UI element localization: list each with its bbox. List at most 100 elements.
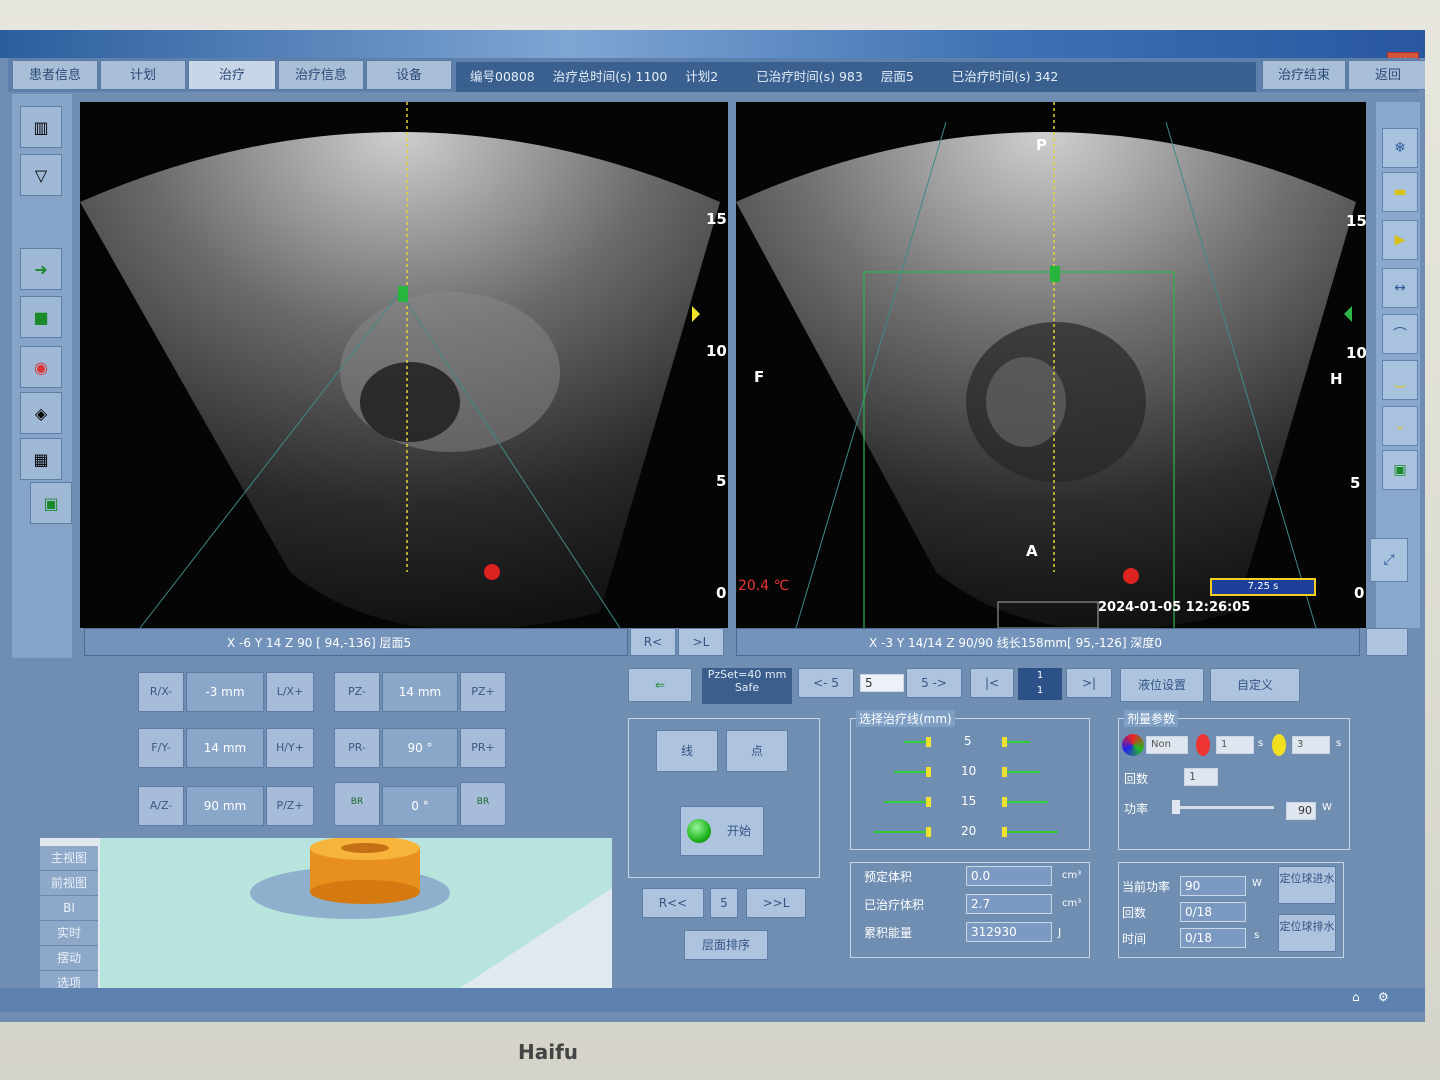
start-button[interactable]: 开始 xyxy=(680,806,764,856)
ball-drain-button[interactable]: 定位球排水 xyxy=(1278,914,1336,952)
power-slider-track[interactable] xyxy=(1176,806,1274,809)
duration-1-unit: s xyxy=(1258,738,1264,749)
pr-plus-button[interactable]: PR+ xyxy=(460,728,506,768)
first-button[interactable]: |< xyxy=(970,668,1014,698)
tab-treatment[interactable]: 治疗 xyxy=(188,60,276,90)
red-indicator-icon xyxy=(1196,734,1210,756)
save-record-icon[interactable]: ▣ xyxy=(1382,450,1418,490)
view-main[interactable]: 主视图 xyxy=(40,846,98,871)
duration-1-input[interactable]: 1 xyxy=(1216,736,1254,754)
page-counter: 1 1 xyxy=(1018,668,1062,700)
ruler-icon[interactable]: ▥ xyxy=(20,106,62,148)
tab-patient-info[interactable]: 患者信息 xyxy=(12,60,98,90)
width-arrows-icon[interactable]: ↔ xyxy=(1382,268,1418,308)
rx-minus-button[interactable]: R/X- xyxy=(138,672,184,712)
line-sliders[interactable] xyxy=(870,730,1070,840)
counter-bottom: 1 xyxy=(1036,685,1044,696)
hy-plus-button[interactable]: H/Y+ xyxy=(266,728,314,768)
duration-2-input[interactable]: 3 xyxy=(1292,736,1330,754)
play-icon[interactable]: ▶ xyxy=(1382,220,1418,260)
treated-volume-unit: cm³ xyxy=(1062,898,1082,909)
label-A: A xyxy=(1026,542,1038,560)
yellow-indicator-icon xyxy=(1272,734,1286,756)
expand-icon[interactable]: ⤢ xyxy=(1370,538,1408,582)
liquid-level-button[interactable]: 液位设置 xyxy=(1120,668,1204,702)
rotate-right-button[interactable]: R< xyxy=(630,628,676,656)
view-front[interactable]: 前视图 xyxy=(40,871,98,896)
next-5-button[interactable]: 5 -> xyxy=(906,668,962,698)
color-mode-icon[interactable] xyxy=(1122,734,1144,756)
tab-treatment-info[interactable]: 治疗信息 xyxy=(278,60,364,90)
mode-select[interactable]: Non xyxy=(1146,736,1188,754)
snowflake-icon[interactable]: ❄ xyxy=(1382,128,1418,168)
treated-time: 已治疗时间(s) 983 xyxy=(756,69,863,84)
temperature-readout: 20.4 ℃ xyxy=(738,578,790,594)
funnel-icon[interactable]: ▽ xyxy=(20,154,62,196)
blank-button[interactable] xyxy=(1366,628,1408,656)
transducer-icon[interactable]: ◈ xyxy=(20,392,62,434)
monitor-brand-logo: Haifu xyxy=(518,1040,579,1064)
view-swing[interactable]: 摆动 xyxy=(40,946,98,971)
step-select[interactable]: 5 xyxy=(860,674,904,692)
probe-icon[interactable]: ▬ xyxy=(1382,172,1418,212)
layer-sort-button[interactable]: 层面排序 xyxy=(684,930,768,960)
ball-fill-button[interactable]: 定位球进水 xyxy=(1278,866,1336,904)
tab-plan[interactable]: 计划 xyxy=(100,60,186,90)
point-mode-button[interactable]: 点 xyxy=(726,730,788,772)
left-ultrasound-image xyxy=(80,102,720,628)
pz-minus-button[interactable]: PZ- xyxy=(334,672,380,712)
pzset-indicator: PzSet=40 mm Safe xyxy=(702,668,792,704)
bottom-status-bar xyxy=(0,988,1425,1012)
layer-step-value: 5 xyxy=(710,888,738,918)
rr-button[interactable]: R<< xyxy=(642,888,704,918)
chevron-down-icon[interactable]: ⌄ xyxy=(1382,406,1418,446)
right-ultrasound-view[interactable]: P F H A 15 10 5 0 20.4 ℃ 7.25 s 2024-01-… xyxy=(736,102,1366,628)
start-label: 开始 xyxy=(726,824,751,838)
end-treatment-button[interactable]: 治疗结束 xyxy=(1262,60,1346,90)
scanner-icon[interactable]: ▦ xyxy=(20,438,62,480)
br-rotate-cw-button[interactable]: BR xyxy=(460,782,506,826)
current-time-unit: s xyxy=(1254,930,1260,941)
curve-down-icon[interactable]: ‿ xyxy=(1382,360,1418,400)
back-button[interactable]: 返回 xyxy=(1348,60,1425,90)
prev-5-button[interactable]: <- 5 xyxy=(798,668,854,698)
last-button[interactable]: >| xyxy=(1066,668,1112,698)
view-bi[interactable]: BI xyxy=(40,896,98,921)
curve-up-icon[interactable]: ⌒ xyxy=(1382,314,1418,354)
stop-square-icon[interactable]: ■ xyxy=(20,296,62,338)
power-slider-thumb[interactable] xyxy=(1172,800,1180,814)
3d-view[interactable] xyxy=(40,836,612,988)
back-arrow-button[interactable]: ⇐ xyxy=(628,668,692,702)
pz-plus-button[interactable]: PZ+ xyxy=(460,672,506,712)
az-minus-button[interactable]: A/Z- xyxy=(138,786,184,826)
lx-plus-button[interactable]: L/X+ xyxy=(266,672,314,712)
br-rotate-ccw-button[interactable]: BR xyxy=(334,782,380,826)
settings-icon: ⚙ xyxy=(1378,990,1389,1004)
rotate-left-button[interactable]: >L xyxy=(678,628,724,656)
wifi-icon[interactable]: ◉ xyxy=(20,346,62,388)
plan-label: 计划2 xyxy=(685,69,719,84)
power-input[interactable]: 90 xyxy=(1286,802,1316,820)
timer-badge: 7.25 s xyxy=(1210,578,1316,596)
treated-volume-label: 已治疗体积 xyxy=(864,898,925,912)
move-icon[interactable]: ➜ xyxy=(20,248,62,290)
tab-device[interactable]: 设备 xyxy=(366,60,452,90)
custom-button[interactable]: 自定义 xyxy=(1210,668,1300,702)
safe-label: Safe xyxy=(734,681,760,694)
dose-count-select[interactable]: 1 xyxy=(1184,768,1218,786)
pzset-label: PzSet=40 mm xyxy=(707,668,787,681)
fy-minus-button[interactable]: F/Y- xyxy=(138,728,184,768)
right-ultrasound-image xyxy=(736,102,1356,628)
planned-volume-unit: cm³ xyxy=(1062,870,1082,881)
line-mode-button[interactable]: 线 xyxy=(656,730,718,772)
left-ultrasound-view[interactable]: 15 10 5 0 xyxy=(80,102,728,628)
pz2-plus-button[interactable]: P/Z+ xyxy=(266,786,314,826)
ll-button[interactable]: >>L xyxy=(746,888,806,918)
right-scale-5: 5 xyxy=(1350,474,1361,492)
save-icon[interactable]: ▣ xyxy=(30,482,72,524)
planned-volume-value: 0.0 xyxy=(966,866,1052,886)
planned-volume-label: 预定体积 xyxy=(864,870,913,884)
view-realtime[interactable]: 实时 xyxy=(40,921,98,946)
counter-top: 1 xyxy=(1036,670,1044,681)
pr-minus-button[interactable]: PR- xyxy=(334,728,380,768)
